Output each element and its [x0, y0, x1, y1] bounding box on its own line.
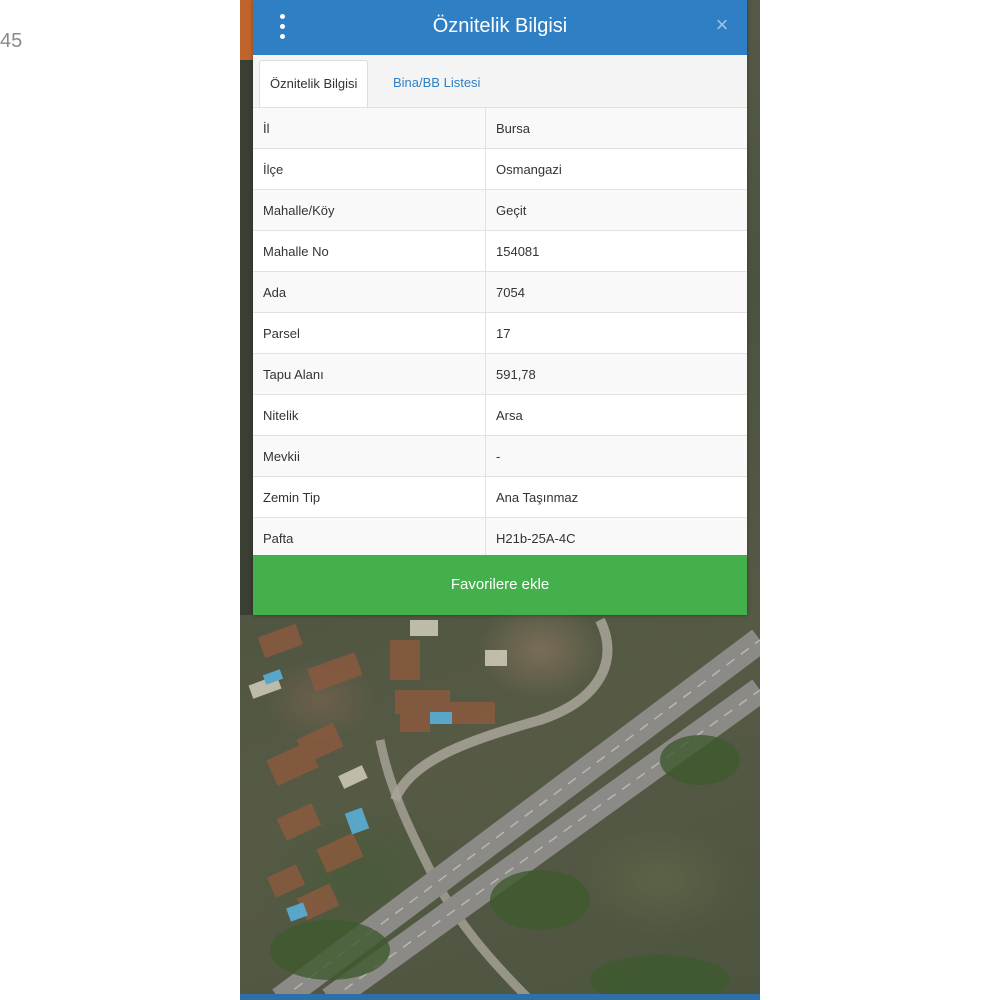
table-row: Mahalle/Köy Geçit	[253, 189, 747, 231]
attribute-value: Osmangazi	[485, 148, 747, 190]
attribute-key: İlçe	[253, 148, 486, 190]
background-app-accent	[240, 0, 253, 60]
attribute-value: 154081	[485, 230, 747, 272]
attribute-value: 591,78	[485, 353, 747, 395]
attribute-value: Geçit	[485, 189, 747, 231]
edge-number-text: 45	[0, 30, 23, 52]
attribute-key: Ada	[253, 271, 486, 313]
phone-screen: Öznitelik Bilgisi × Öznitelik Bilgisi Bi…	[240, 0, 760, 1000]
dialog-title: Öznitelik Bilgisi	[432, 15, 568, 37]
vertical-dots-icon[interactable]	[275, 12, 289, 42]
attribute-key: Pafta	[253, 517, 486, 558]
table-row: İlçe Osmangazi	[253, 148, 747, 190]
dialog-header: Öznitelik Bilgisi ×	[253, 0, 747, 55]
dialog-tabs: Öznitelik Bilgisi Bina/BB Listesi	[253, 55, 747, 108]
attribute-key: Mevkii	[253, 435, 486, 477]
attribute-value: Bursa	[485, 107, 747, 149]
bottom-toolbar-edge	[240, 994, 760, 1000]
close-icon[interactable]: ×	[711, 12, 733, 38]
attribute-key: İl	[253, 107, 486, 149]
attribute-value: -	[485, 435, 747, 477]
attribute-value: Arsa	[485, 394, 747, 436]
attribute-key: Mahalle No	[253, 230, 486, 272]
table-row: İl Bursa	[253, 107, 747, 149]
table-row: Nitelik Arsa	[253, 394, 747, 436]
attribute-value: H21b-25A-4C	[485, 517, 747, 558]
add-to-favorites-button[interactable]: Favorilere ekle	[253, 555, 747, 615]
attribute-value: 7054	[485, 271, 747, 313]
tab-building-list[interactable]: Bina/BB Listesi	[383, 60, 490, 106]
table-row: Zemin Tip Ana Taşınmaz	[253, 476, 747, 518]
attribute-info-dialog: Öznitelik Bilgisi × Öznitelik Bilgisi Bi…	[253, 0, 747, 615]
attribute-value: Ana Taşınmaz	[485, 476, 747, 518]
attribute-key: Zemin Tip	[253, 476, 486, 518]
tab-attribute-info[interactable]: Öznitelik Bilgisi	[259, 60, 369, 108]
table-row: Mevkii -	[253, 435, 747, 477]
attribute-key: Tapu Alanı	[253, 353, 486, 395]
attribute-key: Nitelik	[253, 394, 486, 436]
table-row: Pafta H21b-25A-4C	[253, 517, 747, 558]
table-row: Ada 7054	[253, 271, 747, 313]
background-app-strip	[240, 0, 253, 615]
attribute-table: İl Bursa İlçe Osmangazi Mahalle/Köy Geçi…	[253, 107, 747, 558]
attribute-value: 17	[485, 312, 747, 354]
attribute-key: Mahalle/Köy	[253, 189, 486, 231]
table-row: Tapu Alanı 591,78	[253, 353, 747, 395]
table-row: Mahalle No 154081	[253, 230, 747, 272]
table-row: Parsel 17	[253, 312, 747, 354]
attribute-key: Parsel	[253, 312, 486, 354]
